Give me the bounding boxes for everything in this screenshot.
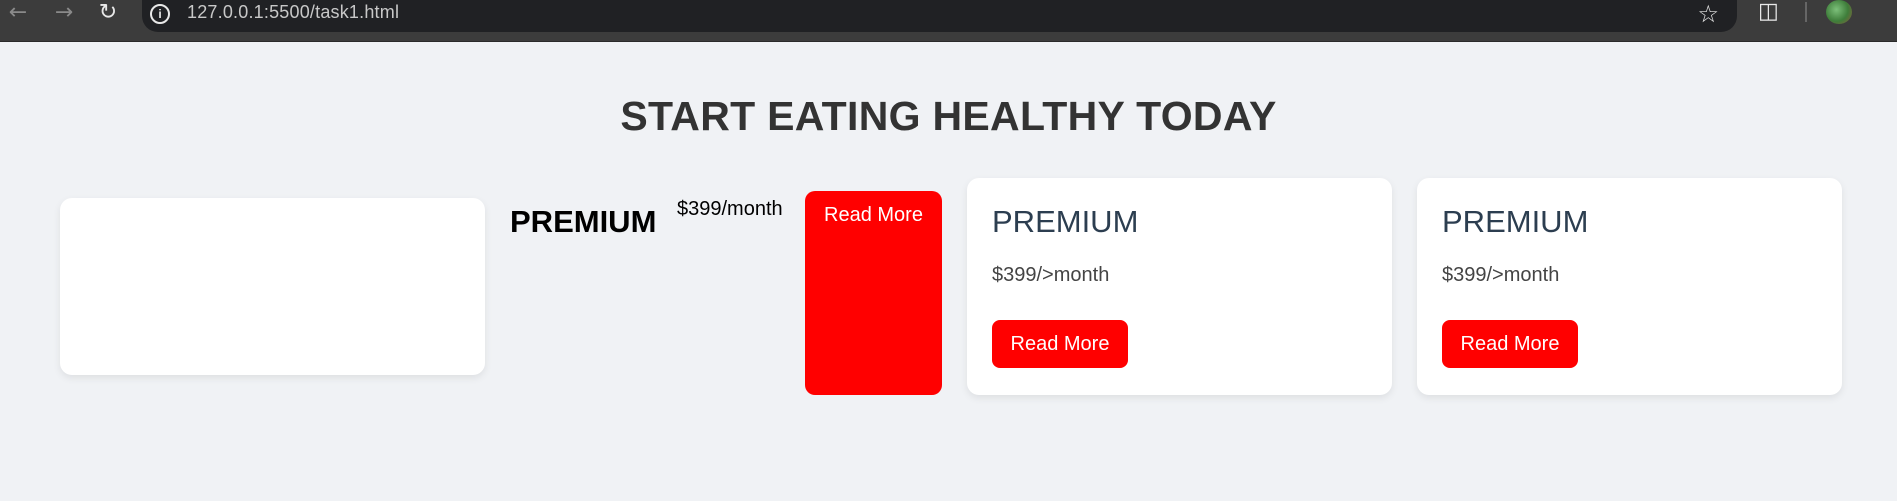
empty-card bbox=[60, 198, 485, 375]
info-icon[interactable]: i bbox=[150, 4, 170, 24]
plan-price: $399/>month bbox=[992, 264, 1110, 286]
plan-title: PREMIUM bbox=[510, 204, 657, 239]
reload-icon[interactable]: ↻ bbox=[92, 0, 124, 30]
read-more-button[interactable]: Read More bbox=[805, 191, 942, 395]
pricing-card: PREMIUM $399/>month Read More bbox=[1417, 178, 1842, 395]
page-title: START EATING HEALTHY TODAY bbox=[620, 93, 1277, 139]
star-icon[interactable]: ☆ bbox=[1697, 0, 1719, 28]
pricing-card: PREMIUM $399/>month Read More bbox=[967, 178, 1392, 395]
plan-price: $399/month bbox=[677, 198, 783, 220]
puzzle-icon[interactable]: ◫ bbox=[1758, 1, 1782, 23]
avatar[interactable] bbox=[1826, 0, 1852, 24]
plan-price: $399/>month bbox=[1442, 264, 1560, 286]
browser-toolbar: ← → ↻ i 127.0.0.1:5500/task1.html ☆ ◫ bbox=[0, 0, 1897, 42]
plan-title: PREMIUM bbox=[1442, 204, 1589, 239]
read-more-button[interactable]: Read More bbox=[992, 320, 1128, 368]
read-more-button[interactable]: Read More bbox=[1442, 320, 1578, 368]
back-icon[interactable]: ← bbox=[2, 0, 34, 30]
toolbar-divider bbox=[1805, 2, 1807, 22]
address-bar[interactable]: i 127.0.0.1:5500/task1.html ☆ bbox=[142, 0, 1737, 32]
url-text[interactable]: 127.0.0.1:5500/task1.html bbox=[187, 2, 399, 23]
forward-icon[interactable]: → bbox=[48, 0, 80, 30]
plan-title: PREMIUM bbox=[992, 204, 1139, 239]
